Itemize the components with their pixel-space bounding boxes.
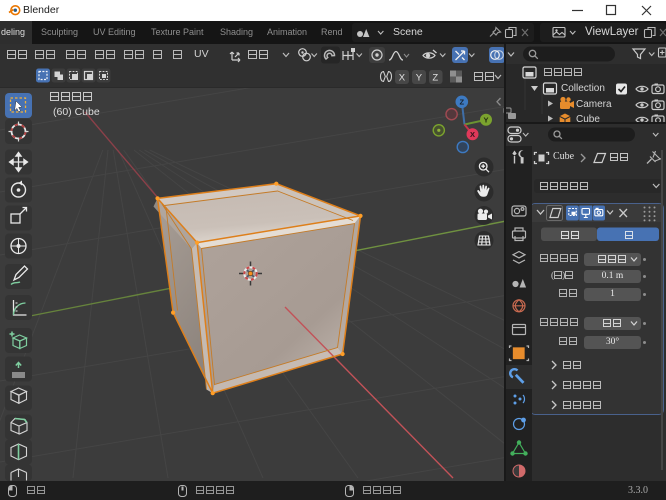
svg-text:X: X: [470, 130, 475, 139]
svg-text:X: X: [399, 73, 406, 84]
svg-text:Y: Y: [483, 116, 488, 125]
svg-text:Z: Z: [432, 73, 438, 84]
svg-text:Z: Z: [460, 98, 465, 107]
svg-text:Y: Y: [416, 73, 423, 84]
